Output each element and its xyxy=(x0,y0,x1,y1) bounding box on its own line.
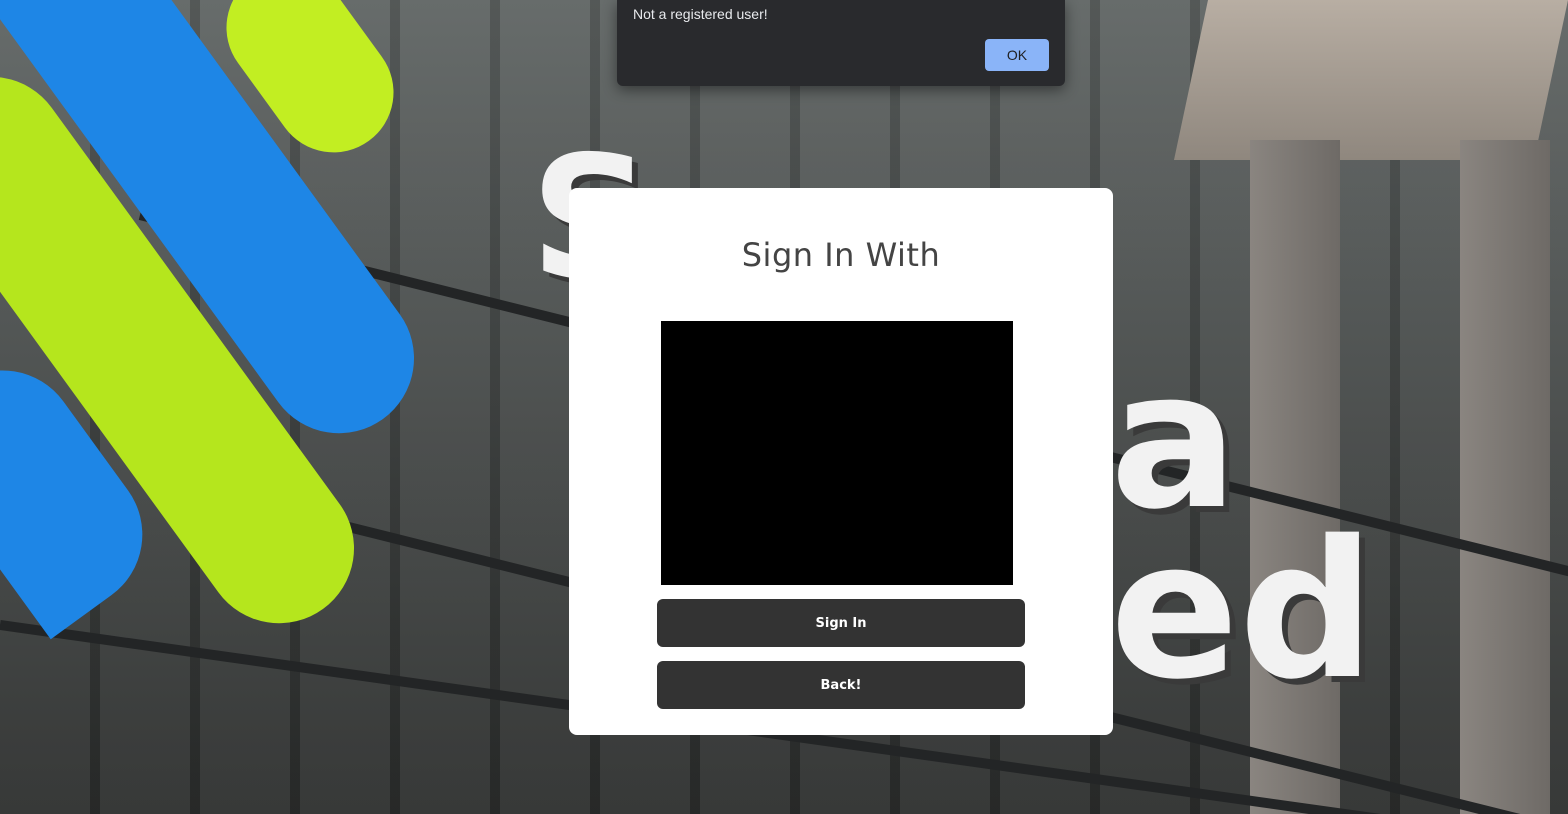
signin-button[interactable]: Sign In xyxy=(657,599,1025,647)
building-pillar xyxy=(1460,140,1550,814)
sign-letter: ed xyxy=(1110,500,1375,721)
back-button[interactable]: Back! xyxy=(657,661,1025,709)
signin-title-wrapper: Sign In With xyxy=(569,236,1113,274)
camera-feed xyxy=(661,321,1013,585)
building-ceiling xyxy=(1173,0,1568,160)
signin-title: Sign In With xyxy=(741,236,941,274)
signin-card: Sign In With Sign In Back! xyxy=(569,188,1113,735)
alert-ok-button[interactable]: OK xyxy=(985,39,1049,71)
alert-message: Not a registered user! xyxy=(633,6,768,22)
alert-dialog: Not a registered user! OK xyxy=(617,0,1065,86)
